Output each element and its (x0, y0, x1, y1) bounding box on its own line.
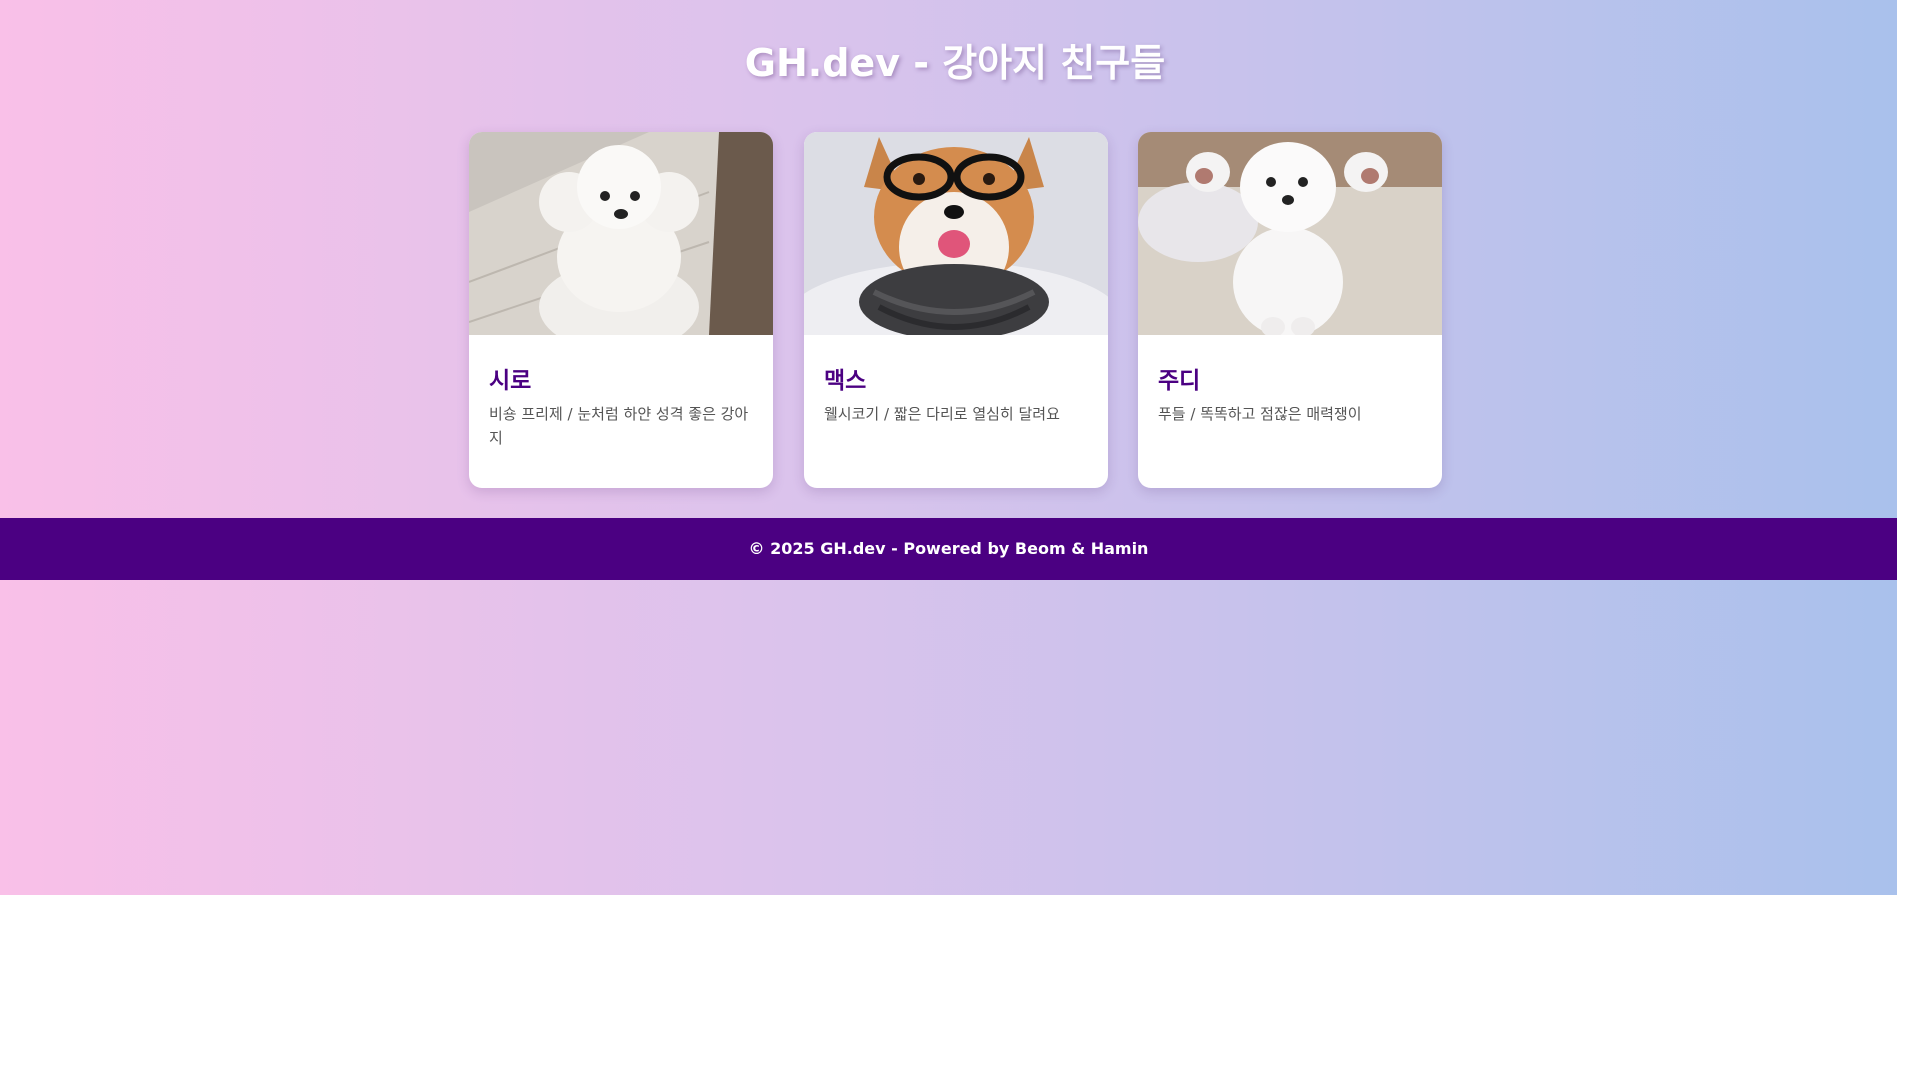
dog-name: 주디 (1158, 368, 1201, 394)
dog-photo-max (804, 132, 1108, 335)
page-title: GH.dev - 강아지 친구들 (744, 41, 1166, 85)
dog-description: 웰시코기 / 짧은 다리로 열심히 달려요 (824, 405, 1060, 423)
dog-photo-judy (1138, 132, 1442, 335)
page-background: GH.dev - 강아지 친구들 시로 비숑 프리제 / 눈처럼 하얀 성격 좋… (0, 0, 1897, 895)
dog-name: 맥스 (824, 368, 867, 394)
dog-card-judy[interactable]: 주디 푸들 / 똑똑하고 점잖은 매력쟁이 (1138, 132, 1442, 488)
footer: © 2025 GH.dev - Powered by Beom & Hamin (0, 518, 1897, 580)
dog-description: 푸들 / 똑똑하고 점잖은 매력쟁이 (1158, 405, 1362, 423)
dog-card-shiro[interactable]: 시로 비숑 프리제 / 눈처럼 하얀 성격 좋은 강아지 (469, 132, 773, 488)
dog-description: 비숑 프리제 / 눈처럼 하얀 성격 좋은 강아지 (489, 405, 749, 447)
dog-card-max[interactable]: 맥스 웰시코기 / 짧은 다리로 열심히 달려요 (804, 132, 1108, 488)
dog-name: 시로 (489, 368, 532, 394)
dog-photo-shiro (469, 132, 773, 335)
